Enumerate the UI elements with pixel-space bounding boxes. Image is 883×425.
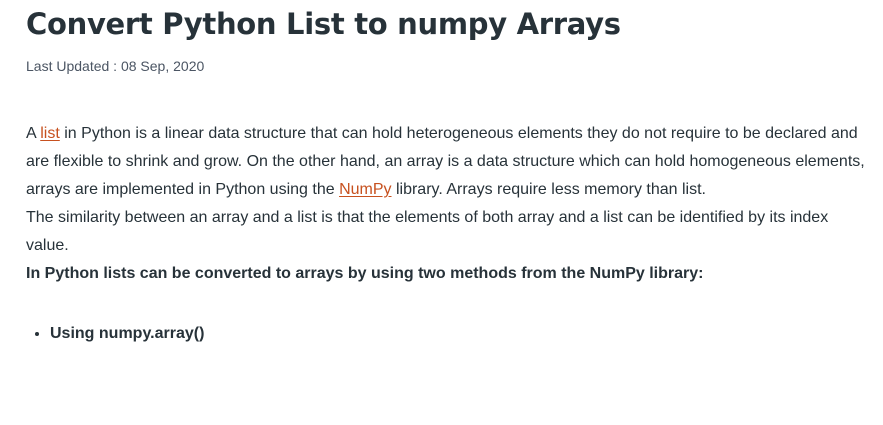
- article: Convert Python List to numpy Arrays Last…: [26, 0, 866, 344]
- intro-text-3: library. Arrays require less memory than…: [391, 181, 706, 198]
- page-title: Convert Python List to numpy Arrays: [26, 7, 621, 41]
- last-updated: Last Updated : 08 Sep, 2020: [26, 57, 866, 75]
- list-link[interactable]: list: [40, 125, 60, 142]
- methods-list: Using numpy.array(): [26, 324, 866, 344]
- similarity-paragraph: The similarity between an array and a li…: [26, 209, 829, 254]
- intro-text-1: A: [26, 125, 41, 142]
- methods-lead: In Python lists can be converted to arra…: [26, 265, 704, 282]
- last-updated-separator: :: [109, 58, 121, 74]
- last-updated-date: 08 Sep, 2020: [120, 58, 205, 74]
- last-updated-label: Last Updated: [26, 58, 110, 74]
- intro-paragraph: A list in Python is a linear data struct…: [26, 120, 866, 204]
- method-item: Using numpy.array(): [50, 324, 866, 344]
- numpy-link[interactable]: NumPy: [339, 181, 391, 198]
